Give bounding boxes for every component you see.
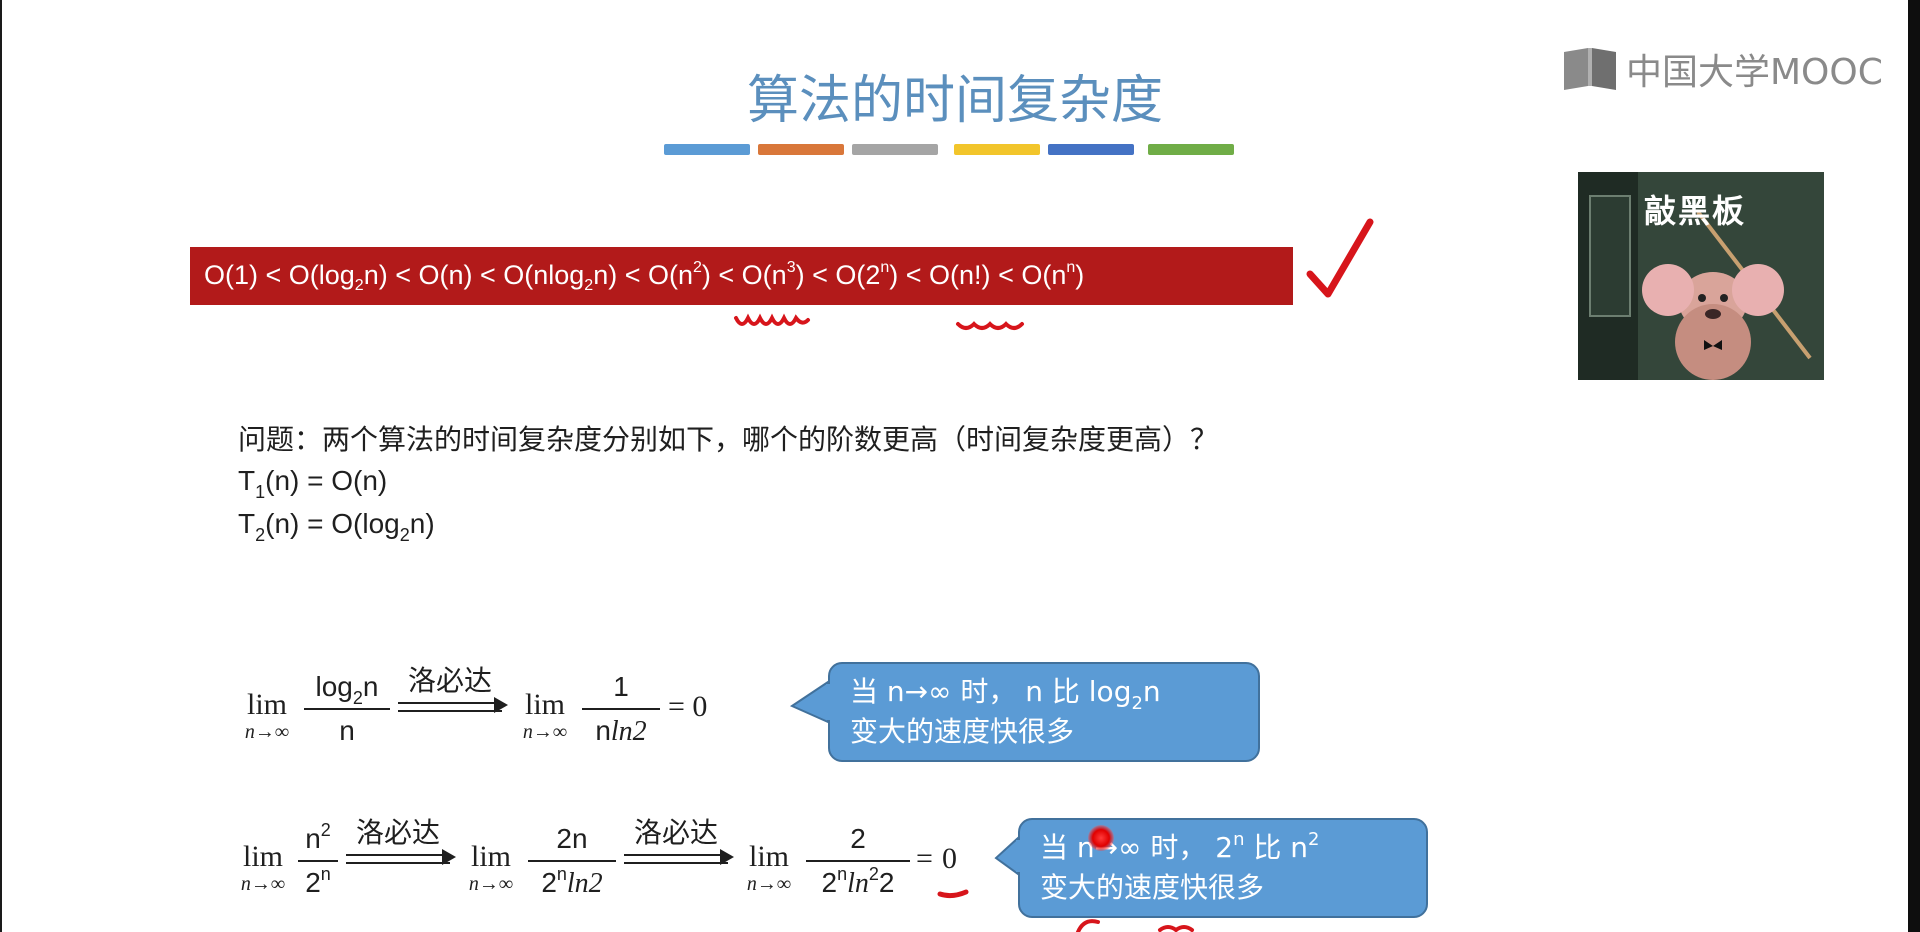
callout-1-tail-mask	[826, 684, 832, 720]
video-right-edge	[1908, 0, 1920, 932]
bottom-ink-mark-1	[1076, 919, 1100, 932]
bottom-ink-mark-2	[1158, 925, 1194, 932]
ink-annotations	[734, 218, 1374, 932]
check-mark-icon	[1306, 218, 1374, 298]
callout-2-tail-mask	[1016, 840, 1022, 872]
slide-canvas: 算法的时间复杂度 中国大学MOOC 敲黑板 O(1) < O(log2n) < …	[2, 0, 1908, 932]
callout-2-tail	[994, 835, 1019, 876]
callout-1-tail	[789, 680, 829, 724]
squiggle-underline-1	[734, 313, 810, 326]
zero-underline	[937, 889, 969, 899]
squiggle-underline-2	[956, 321, 1024, 330]
